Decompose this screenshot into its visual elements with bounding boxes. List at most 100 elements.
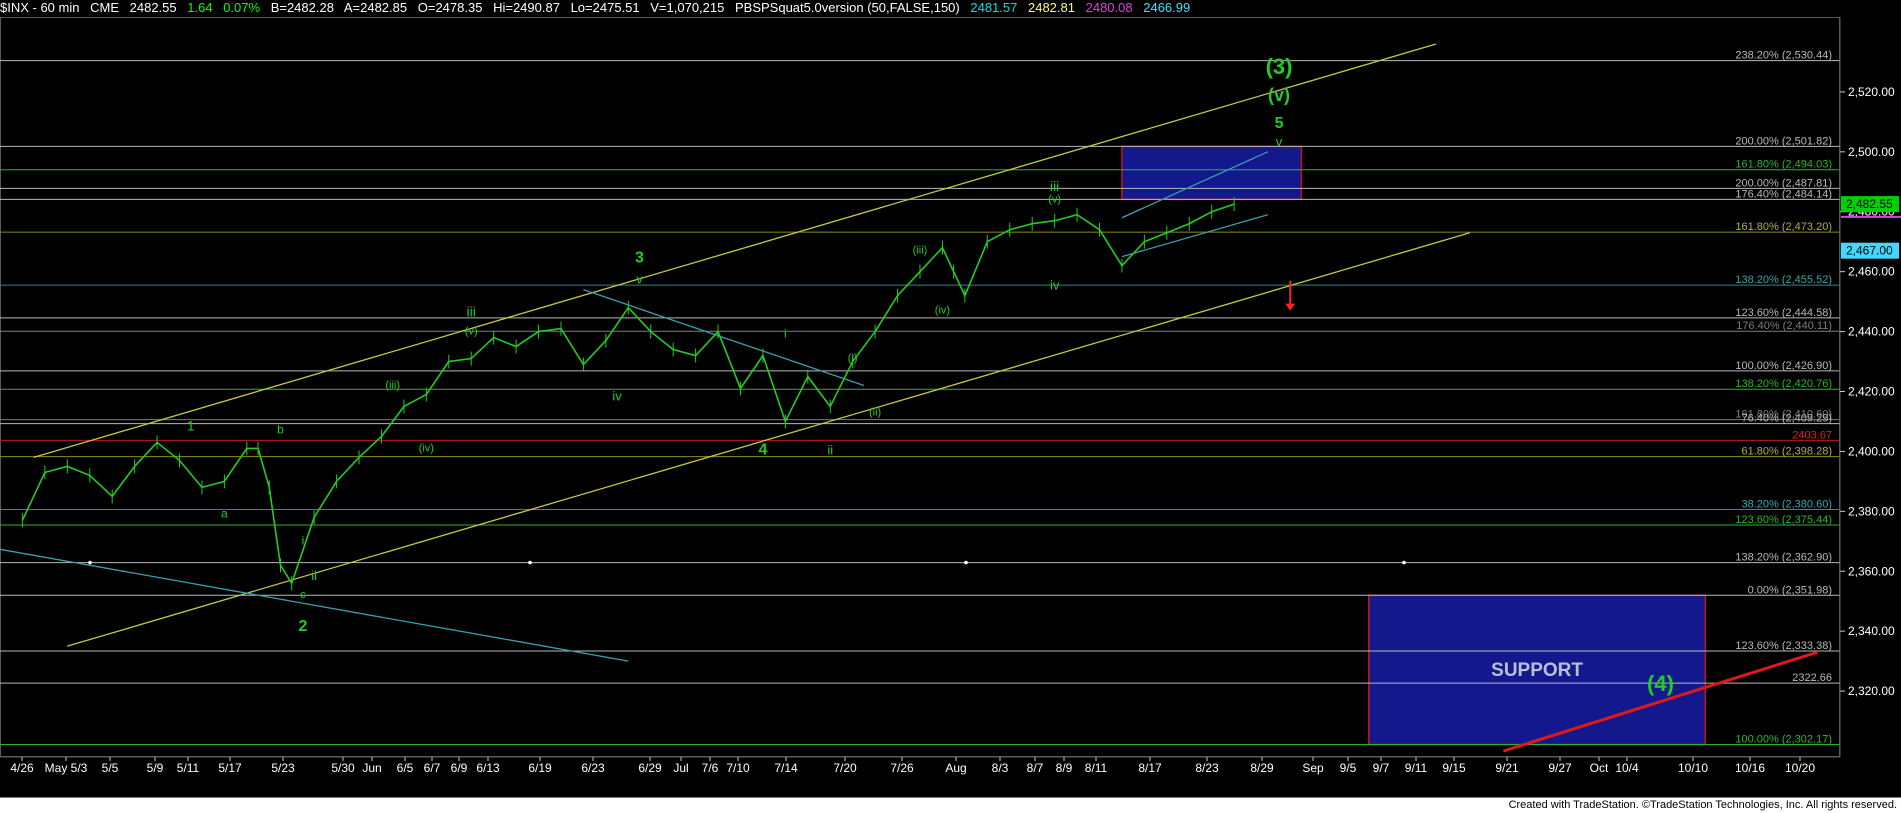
wave-label: (3) <box>1266 54 1293 79</box>
footer-bar: Created with TradeStation. ©TradeStation… <box>0 797 1901 813</box>
wave-label: iv <box>612 388 622 403</box>
level-dot <box>528 560 532 565</box>
date-tick-label: 4/26 <box>10 761 34 775</box>
fib-level-label: 123.60% (2,444.58) <box>1735 307 1832 319</box>
price-tick-label: 2,380.00 <box>1848 504 1895 518</box>
date-tick-label: 8/29 <box>1250 761 1274 775</box>
fib-level-label: 2322.66 <box>1792 672 1832 684</box>
date-tick-label: 5/11 <box>177 761 200 775</box>
date-tick-label: 5/17 <box>218 761 242 775</box>
date-tick-label: 10/4 <box>1615 761 1639 775</box>
fib-level-label: 200.00% (2,501.82) <box>1735 135 1832 147</box>
wave-label: c <box>300 589 306 601</box>
date-tick-label: 9/21 <box>1495 761 1519 775</box>
fib-level-label: 38.20% (2,380.60) <box>1741 499 1832 511</box>
wave-label: (i) <box>848 353 858 365</box>
price-tick-label: 2,440.00 <box>1848 325 1895 339</box>
date-tick-label: 7/6 <box>702 761 719 775</box>
fib-level-label: 100.00% (2,426.90) <box>1735 360 1832 372</box>
fib-level-label: 138.20% (2,362.90) <box>1735 552 1832 564</box>
wave-label: 1 <box>187 417 195 433</box>
price-tick-label: 2,360.00 <box>1848 564 1895 578</box>
fib-level-label: 161.80% (2,473.20) <box>1735 221 1832 233</box>
wave-label: (v) <box>465 326 478 338</box>
wave-label: v <box>636 272 643 287</box>
date-tick-label: Oct <box>1590 761 1609 775</box>
wave-label: (v) <box>1048 194 1061 206</box>
fib-level-label: 100.00% (2,302.17) <box>1735 734 1832 746</box>
date-tick-label: 8/9 <box>1056 761 1073 775</box>
target-box <box>1121 145 1303 201</box>
wave-label: 3 <box>635 250 644 267</box>
trend-line <box>0 548 629 662</box>
date-tick-label: Aug <box>945 761 966 775</box>
date-tick-label: 5/5 <box>102 761 119 775</box>
fib-level-label: 176.40% (2,484.14) <box>1735 188 1832 200</box>
wave-label: (iii) <box>913 245 928 257</box>
price-tick-label: 2,460.00 <box>1848 265 1895 279</box>
date-tick-label: 9/7 <box>1373 761 1390 775</box>
level-dot <box>1402 560 1406 565</box>
price-tick-label: 2,320.00 <box>1848 684 1895 698</box>
fib-level-label: 0.00% (2,351.98) <box>1748 584 1832 596</box>
wave-label: ii <box>311 568 317 583</box>
price-tick-label: 2,520.00 <box>1848 85 1895 99</box>
wave-label: 5 <box>1275 115 1284 132</box>
price-tick-label: 2,420.00 <box>1848 384 1895 398</box>
fib-level-label: 76.40% (2,409.29) <box>1741 413 1832 425</box>
date-tick-label: 9/27 <box>1548 761 1572 775</box>
date-tick-label: Jun <box>362 761 381 775</box>
date-tick-label: 5/23 <box>271 761 295 775</box>
fib-level-label: 138.20% (2,455.52) <box>1735 274 1832 286</box>
date-tick-label: 8/11 <box>1085 761 1108 775</box>
wave-label: (v) <box>1268 85 1290 105</box>
date-tick-label: 6/13 <box>476 761 500 775</box>
fib-level-label: 238.20% (2,530.44) <box>1735 50 1832 62</box>
price-tick-label: 2,340.00 <box>1848 624 1895 638</box>
wave-label: (ii) <box>869 406 881 418</box>
date-tick-label: 6/29 <box>638 761 662 775</box>
price-chart[interactable]: SUPPORT 238.20% (2,530.44) 200.00% (2,501.… <box>0 0 1901 796</box>
wave-label: b <box>277 422 284 436</box>
price-tick-label: 2,400.00 <box>1848 444 1895 458</box>
fib-level-label: 123.60% (2,375.44) <box>1735 514 1832 526</box>
down-arrow-head <box>1285 303 1296 311</box>
fib-level-label: 123.60% (2,333.38) <box>1735 640 1832 652</box>
plot-area: SUPPORT 238.20% (2,530.44) 200.00% (2,501.… <box>0 43 1840 753</box>
date-tick-label: 6/7 <box>424 761 441 775</box>
date-tick-label: 7/20 <box>833 761 857 775</box>
wave-label: ii <box>827 442 833 457</box>
lower-price-text: 2,467.00 <box>1846 244 1893 258</box>
support-label: SUPPORT <box>1491 660 1583 681</box>
date-tick-label: 7/26 <box>890 761 914 775</box>
date-tick-label: 10/20 <box>1785 761 1815 775</box>
fib-level-label: 161.80% (2,494.03) <box>1735 159 1832 171</box>
date-tick-label: 5/30 <box>331 761 355 775</box>
date-tick-label: 5/9 <box>147 761 164 775</box>
date-tick-label: 6/19 <box>528 761 552 775</box>
fib-level-label: 2403.67 <box>1792 429 1832 441</box>
wave-label: 4 <box>758 441 767 458</box>
date-tick-label: 7/10 <box>726 761 750 775</box>
wave-label: v <box>1276 134 1283 149</box>
wave-label: (iv) <box>935 305 950 317</box>
date-tick-label: May 5/3 <box>45 761 88 775</box>
date-tick-label: 7/14 <box>774 761 798 775</box>
date-tick-label: 9/5 <box>1340 761 1357 775</box>
price-axis: 2,320.00 2,340.00 2,360.00 2,380.00 2,400.00… <box>1839 17 1901 757</box>
fib-level-label: 61.80% (2,398.28) <box>1741 446 1832 458</box>
date-tick-label: Sep <box>1302 761 1324 775</box>
date-tick-label: 8/17 <box>1138 761 1162 775</box>
date-tick-label: Jul <box>673 761 688 775</box>
wave-label: 2 <box>298 618 307 635</box>
date-tick-label: 8/3 <box>992 761 1009 775</box>
date-tick-label: 9/11 <box>1405 761 1428 775</box>
wave-label: iii <box>1050 178 1059 194</box>
trend-line <box>67 232 1470 647</box>
date-tick-label: 6/9 <box>451 761 468 775</box>
level-dot <box>88 560 92 565</box>
wave-label: iii <box>467 304 476 320</box>
trend-line <box>33 43 1437 459</box>
date-tick-label: 6/23 <box>581 761 605 775</box>
date-tick-label: 10/10 <box>1678 761 1708 775</box>
